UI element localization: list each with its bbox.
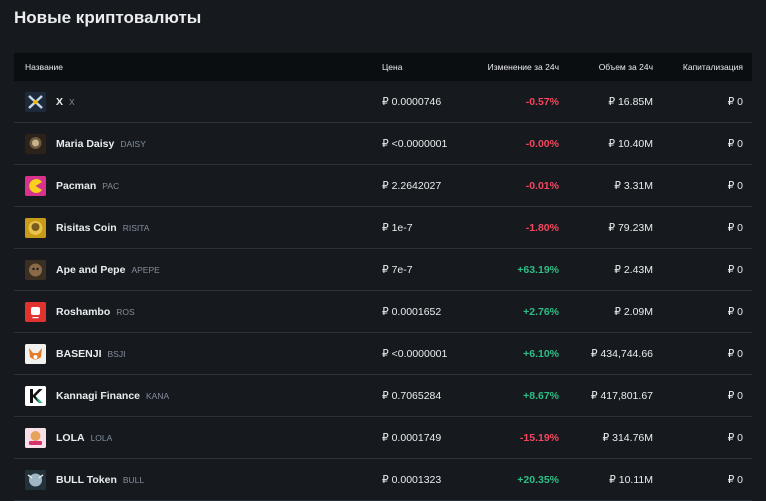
- crypto-table: Название Цена Изменение за 24ч Объем за …: [14, 53, 752, 501]
- coin-price: ₽ 0.0001652: [382, 305, 442, 318]
- coin-name[interactable]: Risitas Coin: [56, 222, 117, 234]
- coin-price: ₽ <0.0000001: [382, 137, 448, 150]
- pacman-token-icon: [25, 175, 46, 196]
- coin-price: ₽ 7e-7: [382, 263, 413, 276]
- coin-name[interactable]: BULL Token: [56, 474, 117, 486]
- coin-name[interactable]: BASENJI: [56, 348, 102, 360]
- coin-cap: ₽ 0: [727, 137, 743, 150]
- coin-volume: ₽ 417,801.67: [590, 389, 653, 402]
- coin-symbol: X: [69, 96, 75, 107]
- coin-name[interactable]: Kannagi Finance: [56, 390, 140, 402]
- coin-symbol: BSJI: [107, 348, 126, 359]
- coin-change: -1.80%: [525, 221, 559, 234]
- header-price[interactable]: Цена: [382, 62, 482, 72]
- coin-volume: ₽ 3.31M: [614, 179, 653, 192]
- table-row[interactable]: Maria Daisy DAISY ₽ <0.0000001 -0.00% ₽ …: [14, 123, 752, 165]
- coin-change: -15.19%: [519, 431, 559, 444]
- bull-token-icon: [25, 469, 46, 490]
- coin-symbol: RISITA: [122, 222, 150, 233]
- coin-volume: ₽ 79.23M: [608, 221, 653, 234]
- coin-price: ₽ 0.0000746: [382, 95, 442, 108]
- coin-name[interactable]: X: [56, 96, 63, 108]
- apepe-token-icon: [25, 259, 46, 280]
- table-row[interactable]: Ape and Pepe APEPE ₽ 7e-7 +63.19% ₽ 2.43…: [14, 249, 752, 291]
- coin-volume: ₽ 314.76M: [602, 431, 653, 444]
- coin-change: +20.35%: [517, 473, 559, 486]
- coin-cap: ₽ 0: [727, 389, 743, 402]
- table-row[interactable]: Risitas Coin RISITA ₽ 1e-7 -1.80% ₽ 79.2…: [14, 207, 752, 249]
- coin-name[interactable]: Roshambo: [56, 306, 110, 318]
- coin-price: ₽ 0.0001323: [382, 473, 442, 486]
- coin-name[interactable]: Maria Daisy: [56, 138, 114, 150]
- lola-token-icon: [25, 427, 46, 448]
- coin-cap: ₽ 0: [727, 347, 743, 360]
- coin-change: +6.10%: [523, 347, 559, 360]
- page-title: Новые криптовалюты: [14, 8, 202, 27]
- header-cap[interactable]: Капитализация: [653, 62, 743, 72]
- coin-price: ₽ 1e-7: [382, 221, 413, 234]
- coin-price: ₽ 0.0001749: [382, 431, 442, 444]
- coin-cap: ₽ 0: [727, 221, 743, 234]
- header-change[interactable]: Изменение за 24ч: [482, 62, 559, 72]
- coin-cap: ₽ 0: [727, 431, 743, 444]
- coin-symbol: LOLA: [90, 432, 113, 443]
- coin-volume: ₽ 16.85M: [608, 95, 653, 108]
- x-token-icon: [25, 91, 46, 112]
- coin-volume: ₽ 434,744.66: [590, 347, 653, 360]
- coin-symbol: APEPE: [131, 264, 160, 275]
- coin-change: +2.76%: [523, 305, 559, 318]
- coin-price: ₽ <0.0000001: [382, 347, 448, 360]
- basenji-token-icon: [25, 343, 46, 364]
- coin-change: +8.67%: [523, 389, 559, 402]
- coin-price: ₽ 0.7065284: [382, 389, 442, 402]
- risita-token-icon: [25, 217, 46, 238]
- coin-volume: ₽ 2.09M: [614, 305, 653, 318]
- coin-symbol: DAISY: [120, 138, 146, 149]
- table-row[interactable]: LOLA LOLA ₽ 0.0001749 -15.19% ₽ 314.76M …: [14, 417, 752, 459]
- coin-cap: ₽ 0: [727, 95, 743, 108]
- coin-symbol: ROS: [116, 306, 135, 317]
- coin-symbol: PAC: [102, 180, 120, 191]
- coin-change: -0.00%: [525, 137, 559, 150]
- coin-symbol: KANA: [146, 390, 170, 401]
- coin-volume: ₽ 2.43M: [614, 263, 653, 276]
- coin-name[interactable]: Pacman: [56, 180, 96, 192]
- coin-price: ₽ 2.2642027: [382, 179, 442, 192]
- table-row[interactable]: Pacman PAC ₽ 2.2642027 -0.01% ₽ 3.31M ₽ …: [14, 165, 752, 207]
- coin-cap: ₽ 0: [727, 179, 743, 192]
- coin-change: -0.57%: [525, 95, 559, 108]
- table-row[interactable]: Kannagi Finance KANA ₽ 0.7065284 +8.67% …: [14, 375, 752, 417]
- coin-change: +63.19%: [517, 263, 559, 276]
- coin-volume: ₽ 10.11M: [609, 473, 653, 486]
- kana-token-icon: [25, 385, 46, 406]
- header-name[interactable]: Название: [14, 62, 382, 72]
- coin-change: -0.01%: [525, 179, 559, 192]
- roshambo-token-icon: [25, 301, 46, 322]
- table-row[interactable]: BULL Token BULL ₽ 0.0001323 +20.35% ₽ 10…: [14, 459, 752, 501]
- coin-cap: ₽ 0: [727, 263, 743, 276]
- coin-cap: ₽ 0: [727, 305, 743, 318]
- coin-cap: ₽ 0: [727, 473, 743, 486]
- table-row[interactable]: Roshambo ROS ₽ 0.0001652 +2.76% ₽ 2.09M …: [14, 291, 752, 333]
- coin-volume: ₽ 10.40M: [608, 137, 653, 150]
- coin-symbol: BULL: [122, 474, 145, 485]
- table-row[interactable]: BASENJI BSJI ₽ <0.0000001 +6.10% ₽ 434,7…: [14, 333, 752, 375]
- header-volume[interactable]: Объем за 24ч: [559, 62, 653, 72]
- coin-name[interactable]: Ape and Pepe: [56, 264, 125, 276]
- table-row[interactable]: X X ₽ 0.0000746 -0.57% ₽ 16.85M ₽ 0: [14, 81, 752, 123]
- table-header: Название Цена Изменение за 24ч Объем за …: [14, 53, 752, 81]
- coin-name[interactable]: LOLA: [56, 432, 85, 444]
- daisy-token-icon: [25, 133, 46, 154]
